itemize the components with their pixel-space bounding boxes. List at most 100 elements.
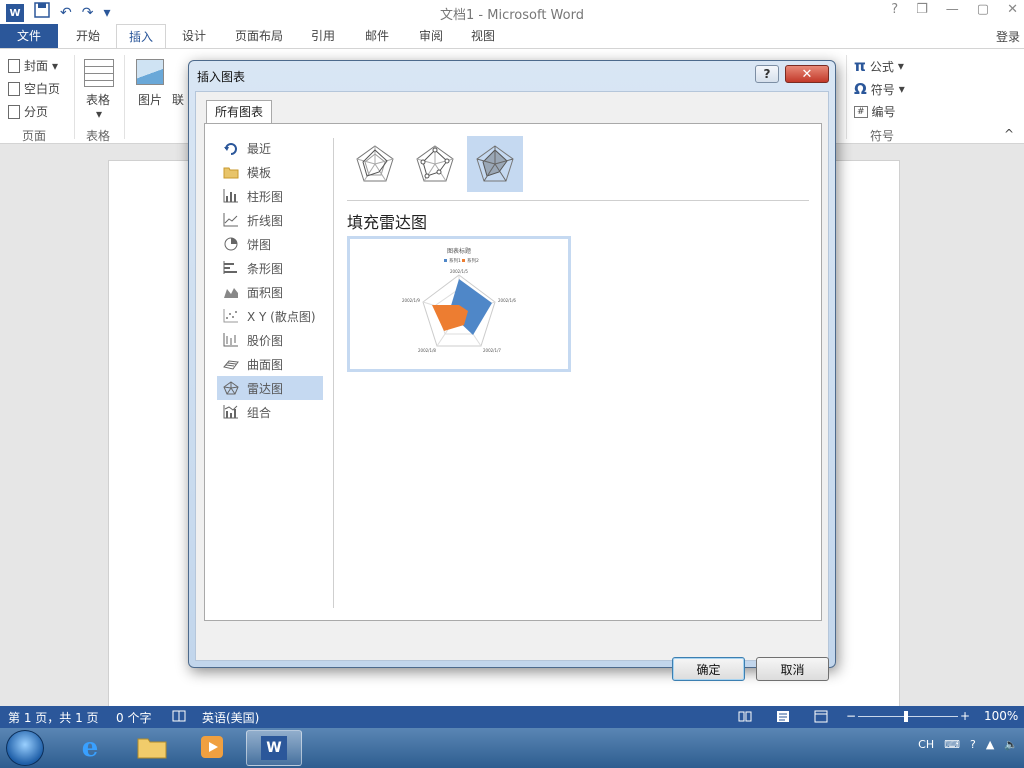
online-pictures-button[interactable]: 联: [172, 91, 184, 108]
radar-series2: [432, 305, 468, 331]
category-bar[interactable]: 条形图: [217, 256, 323, 280]
taskbar-explorer[interactable]: [124, 730, 180, 766]
sign-in-link[interactable]: 登录: [996, 28, 1020, 45]
category-combo[interactable]: 组合: [217, 400, 323, 424]
pi-icon: π: [854, 57, 866, 75]
tab-home[interactable]: 开始: [62, 24, 114, 48]
axis-label-3: 2002/1/8: [418, 348, 436, 353]
cover-page-button[interactable]: 封面 ▾: [8, 57, 58, 74]
subtype-divider: [347, 200, 809, 201]
ok-button[interactable]: 确定: [672, 657, 745, 681]
legend-label-series1: 系列1: [449, 257, 461, 264]
number-icon: #: [854, 105, 868, 118]
category-area[interactable]: 面积图: [217, 280, 323, 304]
tab-mailings[interactable]: 邮件: [354, 24, 400, 48]
chart-preview[interactable]: 图表标题 系列1 系列2 2002/1/5 2002/1/6 2002/1/7 …: [347, 236, 571, 372]
category-scatter[interactable]: X Y (散点图): [217, 304, 323, 328]
proofing-icon[interactable]: [172, 709, 186, 726]
word-count[interactable]: 0 个字: [116, 709, 151, 726]
volume-icon[interactable]: 🔈: [1004, 738, 1018, 751]
dialog-help-button[interactable]: ?: [755, 65, 779, 83]
axis-label-4: 2002/1/9: [402, 298, 420, 303]
close-window-icon[interactable]: ✕: [1007, 2, 1018, 17]
dialog-close-button[interactable]: ✕: [785, 65, 829, 83]
column-chart-icon: [223, 189, 239, 203]
customize-qat-icon[interactable]: ▾: [103, 3, 110, 23]
recent-icon: [223, 141, 239, 155]
tab-all-charts[interactable]: 所有图表: [206, 100, 272, 124]
word-logo-icon[interactable]: W: [6, 4, 24, 22]
read-mode-icon[interactable]: [738, 709, 752, 726]
taskbar-media-player[interactable]: [184, 730, 240, 766]
redo-icon[interactable]: ↷: [82, 3, 94, 23]
subtype-filled-radar[interactable]: [467, 136, 523, 192]
ribbon-display-options-icon[interactable]: ❐: [916, 2, 928, 17]
group-label-tables: 表格: [86, 129, 111, 143]
web-layout-icon[interactable]: [814, 709, 828, 726]
equation-button[interactable]: π 公式 ▾: [854, 57, 904, 75]
category-column[interactable]: 柱形图: [217, 184, 323, 208]
start-button[interactable]: [6, 730, 44, 766]
media-player-icon: [199, 734, 225, 763]
show-hidden-icons-icon[interactable]: ▲: [986, 738, 994, 751]
tab-review[interactable]: 审阅: [408, 24, 454, 48]
ribbon-separator: [74, 55, 75, 139]
table-button[interactable]: 表格: [86, 91, 110, 108]
tab-insert[interactable]: 插入: [116, 24, 166, 48]
tab-file[interactable]: 文件: [0, 24, 58, 48]
zoom-slider[interactable]: [858, 716, 958, 717]
taskbar-ie[interactable]: e: [62, 730, 118, 766]
blank-page-icon: [8, 81, 20, 96]
zoom-in-button[interactable]: +: [960, 709, 970, 723]
chart-category-list: 最近 模板 柱形图 折线图 饼图 条形图 面积图 X Y (散点图) 股价图 曲…: [217, 136, 323, 424]
table-icon[interactable]: [84, 59, 114, 87]
picture-icon[interactable]: [136, 59, 164, 85]
dialog-body: 所有图表 最近 模板 柱形图 折线图 饼图 条形图 面积图 X Y (散点图) …: [195, 91, 829, 681]
internet-explorer-icon: e: [81, 733, 99, 763]
category-pie[interactable]: 饼图: [217, 232, 323, 256]
cover-page-icon: [8, 58, 20, 73]
quick-access-toolbar: W ↶ ↷ ▾: [6, 2, 111, 24]
window-title: 文档1 - Microsoft Word: [440, 8, 584, 23]
zoom-out-button[interactable]: −: [846, 709, 856, 723]
undo-icon[interactable]: ↶: [60, 3, 72, 23]
input-language[interactable]: CH: [918, 738, 934, 751]
cancel-button[interactable]: 取消: [756, 657, 829, 681]
page-count[interactable]: 第 1 页，共 1 页: [8, 709, 99, 726]
pie-chart-icon: [223, 237, 239, 251]
maximize-icon[interactable]: ▢: [977, 2, 989, 17]
category-line[interactable]: 折线图: [217, 208, 323, 232]
picture-button[interactable]: 图片: [138, 91, 162, 108]
subtype-radar-markers[interactable]: [407, 136, 463, 192]
zoom-slider-thumb[interactable]: [904, 711, 908, 722]
minimize-icon[interactable]: —: [946, 2, 959, 17]
tab-layout[interactable]: 页面布局: [226, 24, 292, 48]
keyboard-icon[interactable]: ⌨: [944, 738, 960, 751]
save-icon[interactable]: [34, 2, 50, 24]
print-layout-icon[interactable]: [776, 709, 790, 726]
category-templates[interactable]: 模板: [217, 160, 323, 184]
blank-page-button[interactable]: 空白页: [8, 80, 60, 97]
zoom-level[interactable]: 100%: [984, 709, 1018, 723]
table-dropdown-icon[interactable]: ▾: [96, 107, 102, 121]
collapse-ribbon-icon[interactable]: ^: [1004, 127, 1014, 141]
language-indicator[interactable]: 英语(美国): [202, 709, 259, 726]
symbol-button[interactable]: Ω 符号 ▾: [854, 80, 905, 98]
tab-view[interactable]: 视图: [460, 24, 506, 48]
area-chart-icon: [223, 285, 239, 299]
page-break-icon: [8, 104, 20, 119]
category-radar[interactable]: 雷达图: [217, 376, 323, 400]
subtype-radar[interactable]: [347, 136, 403, 192]
page-break-button[interactable]: 分页: [8, 103, 48, 120]
filled-radar-icon: [476, 145, 514, 182]
tab-references[interactable]: 引用: [300, 24, 346, 48]
help-tray-icon[interactable]: ?: [970, 738, 976, 751]
taskbar-word[interactable]: W: [246, 730, 302, 766]
tab-design[interactable]: 设计: [170, 24, 218, 48]
category-stock[interactable]: 股价图: [217, 328, 323, 352]
category-recent[interactable]: 最近: [217, 136, 323, 160]
number-button[interactable]: # 编号: [854, 103, 896, 120]
category-surface[interactable]: 曲面图: [217, 352, 323, 376]
word-icon: W: [261, 736, 287, 760]
help-icon[interactable]: ?: [891, 2, 898, 17]
